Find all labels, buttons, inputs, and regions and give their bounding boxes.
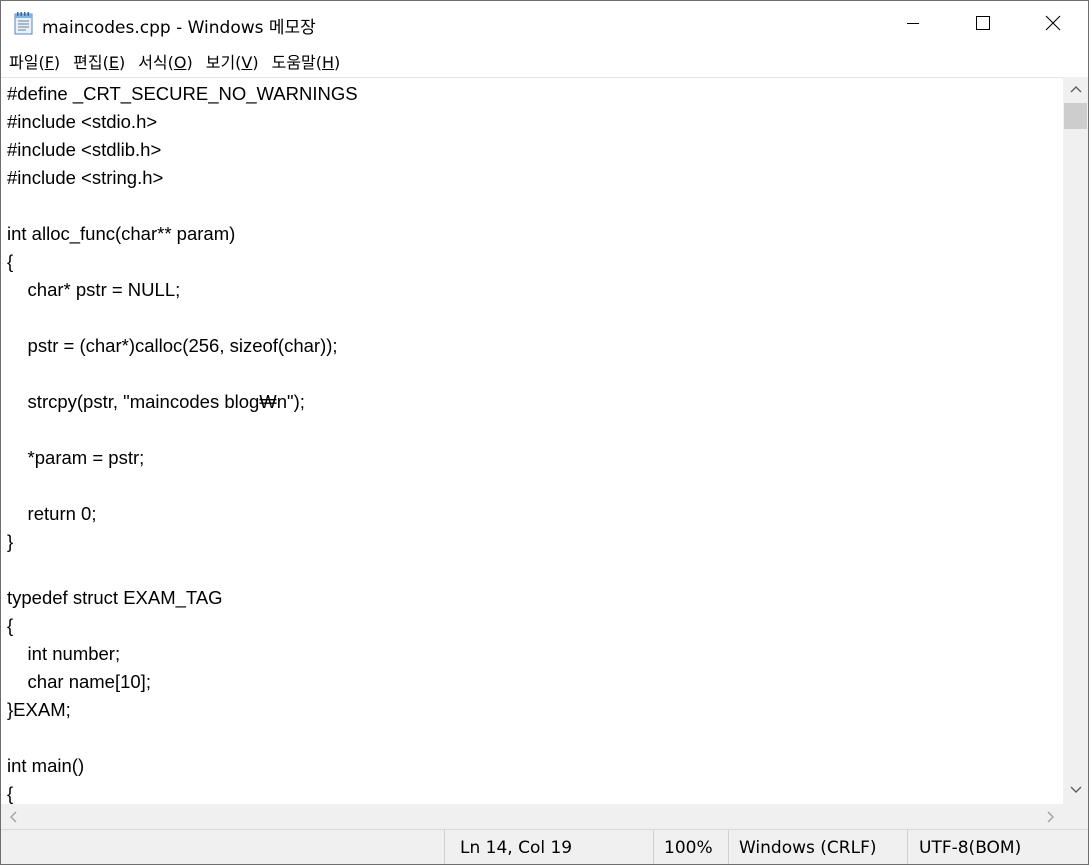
- menu-format-accel: O: [173, 53, 187, 72]
- maximize-icon: [976, 16, 990, 30]
- editor-content[interactable]: #define _CRT_SECURE_NO_WARNINGS #include…: [1, 78, 1063, 805]
- minimize-button[interactable]: [890, 1, 936, 45]
- status-line-ending: Windows (CRLF): [728, 830, 907, 864]
- status-bar: Ln 14, Col 19 100% Windows (CRLF) UTF-8(…: [1, 829, 1088, 864]
- status-encoding: UTF-8(BOM): [907, 830, 1088, 864]
- status-zoom: 100%: [653, 830, 728, 864]
- menu-help-label: 도움말(: [271, 53, 323, 72]
- scroll-right-button[interactable]: [1039, 804, 1063, 829]
- menu-view[interactable]: 보기(V): [200, 46, 266, 76]
- notepad-icon[interactable]: [13, 11, 35, 35]
- menu-edit-suffix: ): [118, 53, 126, 72]
- menu-file[interactable]: 파일(F): [3, 46, 67, 76]
- menu-file-suffix: ): [53, 53, 61, 72]
- menu-help[interactable]: 도움말(H): [266, 46, 348, 76]
- scroll-down-button[interactable]: [1063, 778, 1088, 802]
- window-title: maincodes.cpp - Windows 메모장: [42, 18, 316, 38]
- vertical-scroll-thumb[interactable]: [1064, 103, 1087, 129]
- scroll-up-button[interactable]: [1063, 77, 1088, 101]
- scroll-left-button[interactable]: [1, 804, 25, 829]
- menu-format-label: 서식(: [138, 53, 174, 72]
- menu-edit-accel: E: [108, 53, 119, 72]
- chevron-up-icon: [1070, 86, 1081, 93]
- chevron-right-icon: [1047, 811, 1054, 822]
- scrollbar-corner: [1063, 804, 1088, 829]
- minimize-icon: [907, 23, 919, 24]
- close-button[interactable]: [1030, 1, 1076, 45]
- close-icon: [1045, 15, 1061, 31]
- menu-help-accel: H: [322, 53, 335, 72]
- horizontal-scrollbar[interactable]: [1, 804, 1063, 829]
- text-editor[interactable]: #define _CRT_SECURE_NO_WARNINGS #include…: [1, 77, 1063, 805]
- menu-view-suffix: ): [252, 53, 259, 72]
- maximize-button[interactable]: [960, 1, 1006, 45]
- menu-view-accel: V: [241, 53, 253, 72]
- menu-format-suffix: ): [186, 53, 193, 72]
- chevron-left-icon: [10, 811, 17, 822]
- menu-help-suffix: ): [334, 53, 341, 72]
- menu-file-label: 파일(: [9, 53, 45, 72]
- menu-view-label: 보기(: [205, 53, 242, 72]
- status-cursor-position: Ln 14, Col 19: [444, 830, 653, 864]
- menu-edit[interactable]: 편집(E): [67, 46, 132, 76]
- menu-edit-label: 편집(: [73, 53, 109, 72]
- chevron-down-icon: [1070, 786, 1081, 793]
- notepad-window: maincodes.cpp - Windows 메모장 파일(F) 편집(E) …: [0, 0, 1089, 865]
- menu-file-accel: F: [44, 53, 54, 72]
- title-bar[interactable]: maincodes.cpp - Windows 메모장: [1, 1, 1088, 45]
- menu-format[interactable]: 서식(O): [132, 46, 200, 76]
- menu-bar: 파일(F) 편집(E) 서식(O) 보기(V) 도움말(H): [1, 47, 1088, 75]
- vertical-scrollbar[interactable]: [1063, 77, 1088, 804]
